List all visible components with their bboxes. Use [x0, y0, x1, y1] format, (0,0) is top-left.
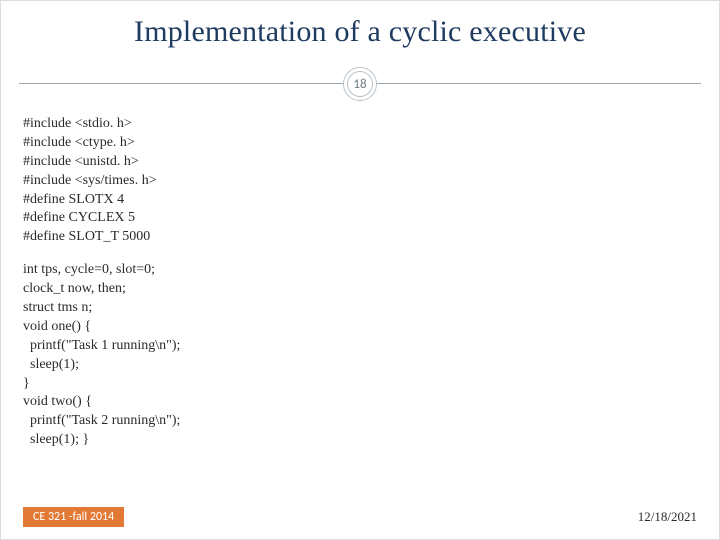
footer: CE 321 -fall 2014 12/18/2021 [1, 507, 719, 527]
slide-body: #include <stdio. h> #include <ctype. h> … [1, 101, 719, 450]
divider-region: 18 [1, 67, 719, 101]
page-number-badge: 18 [343, 67, 377, 101]
badge-outer-ring: 18 [343, 67, 377, 101]
code-block-includes: #include <stdio. h> #include <ctype. h> … [23, 115, 697, 247]
slide: Implementation of a cyclic executive 18 … [0, 0, 720, 540]
page-number: 18 [347, 71, 373, 97]
footer-course-label: CE 321 -fall 2014 [23, 507, 124, 527]
slide-title: Implementation of a cyclic executive [1, 15, 719, 49]
footer-date: 12/18/2021 [638, 509, 697, 525]
code-block-functions: int tps, cycle=0, slot=0; clock_t now, t… [23, 261, 697, 450]
title-region: Implementation of a cyclic executive [1, 1, 719, 49]
